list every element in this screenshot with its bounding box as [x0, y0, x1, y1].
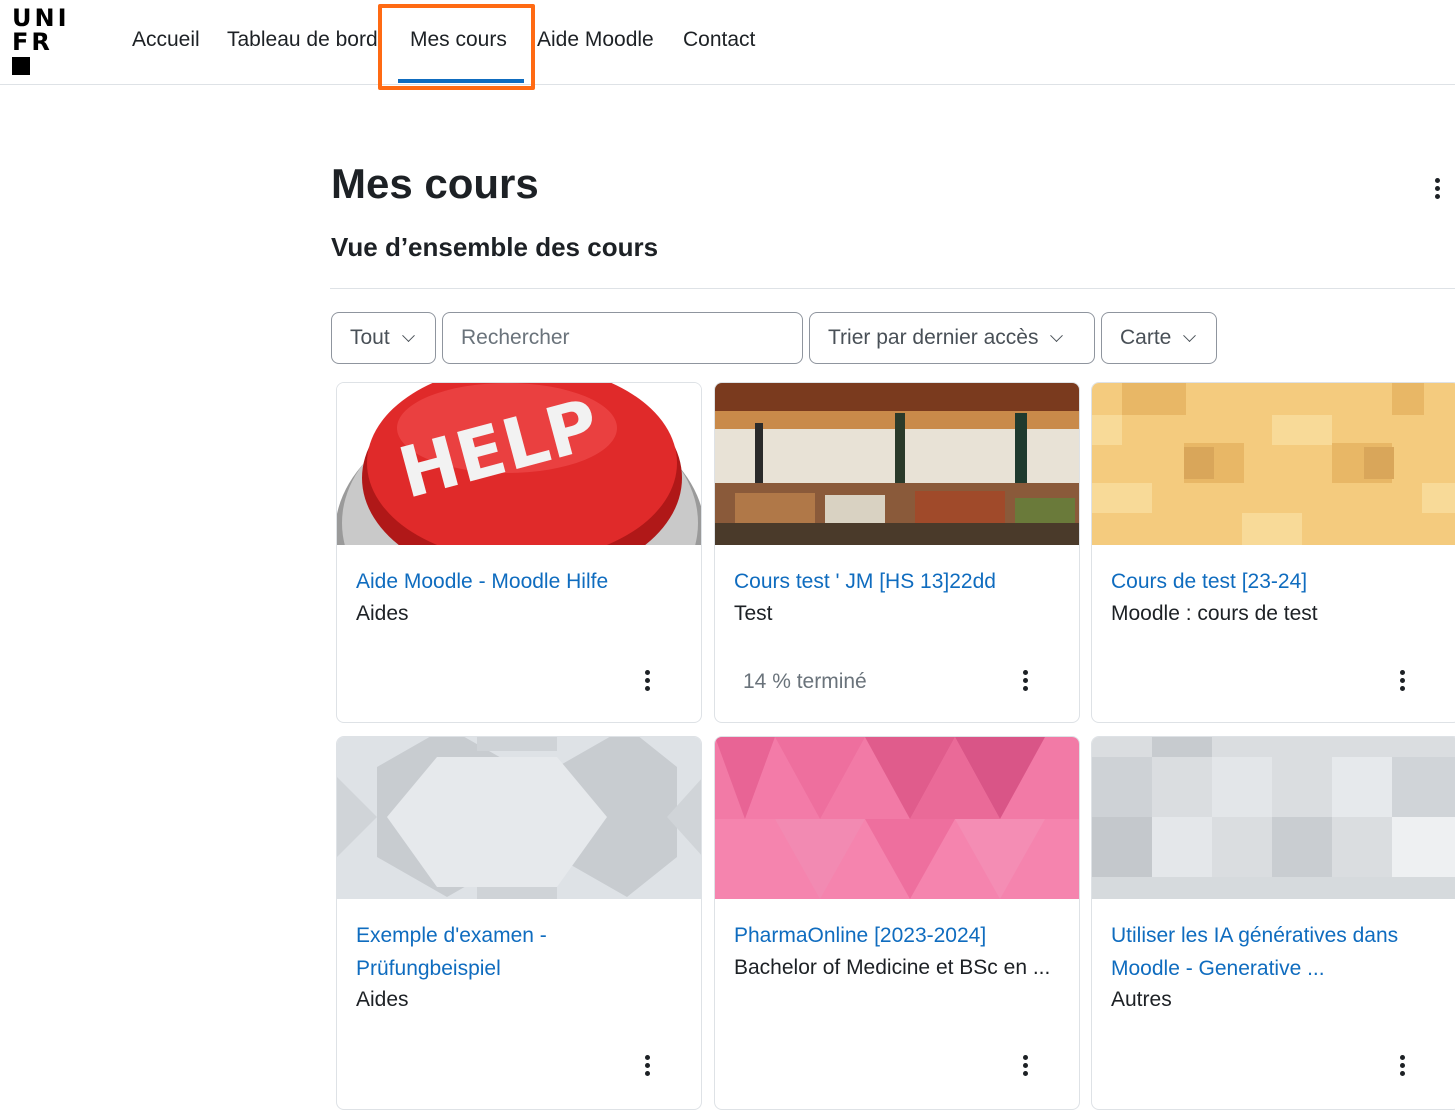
sort-dropdown-label: Trier par dernier accès: [828, 326, 1039, 349]
nav-accueil[interactable]: Accueil: [132, 28, 200, 52]
course-actions-kebab-icon[interactable]: [1018, 1055, 1032, 1079]
logo-line-1: UNI: [12, 4, 70, 32]
course-image-yellow-pattern[interactable]: [1092, 383, 1455, 545]
course-title-line-1: Exemple d'examen -: [356, 924, 547, 947]
grouping-dropdown-label: Tout: [350, 326, 390, 349]
chevron-down-icon: [401, 328, 415, 342]
course-card[interactable]: PharmaOnline [2023-2024] Bachelor of Med…: [714, 736, 1080, 1110]
course-title-line-2: Moodle - Generative ...: [1111, 957, 1325, 980]
course-actions-kebab-icon[interactable]: [1395, 670, 1409, 694]
nav-tableau-de-bord[interactable]: Tableau de bord: [227, 20, 379, 64]
course-actions-kebab-icon[interactable]: [1018, 670, 1032, 694]
logo-line-2: FR: [12, 28, 53, 56]
logo-square: [12, 57, 30, 75]
course-card[interactable]: Cours de test [23-24] Moodle : cours de …: [1091, 382, 1455, 723]
course-category: Bachelor of Medicine et BSc en ...: [734, 956, 1051, 979]
course-category: Moodle : cours de test: [1111, 602, 1318, 625]
page-actions-kebab-icon[interactable]: [1430, 178, 1444, 202]
course-title-line-1: Utiliser les IA génératives dans: [1111, 924, 1399, 947]
view-dropdown[interactable]: Carte: [1101, 312, 1217, 364]
course-card[interactable]: Cours test ' JM [HS 13]22dd Test 14 % te…: [714, 382, 1080, 723]
course-card[interactable]: Exemple d'examen - Prüfungbeispiel Aides: [336, 736, 702, 1110]
course-image-market[interactable]: [715, 383, 1079, 545]
divider: [330, 288, 1455, 289]
course-image-help[interactable]: HELP: [337, 383, 701, 545]
course-category: Autres: [1111, 988, 1172, 1011]
course-actions-kebab-icon[interactable]: [640, 1055, 654, 1079]
course-actions-kebab-icon[interactable]: [1395, 1055, 1409, 1079]
course-title-link[interactable]: PharmaOnline [2023-2024]: [734, 919, 986, 952]
grouping-dropdown[interactable]: Tout: [331, 312, 436, 364]
nav-contact[interactable]: Contact: [683, 28, 755, 52]
page-title: Mes cours: [331, 160, 539, 207]
course-card[interactable]: HELP Aide Moodle - Moodle Hilfe Aides: [336, 382, 702, 723]
course-actions-kebab-icon[interactable]: [640, 670, 654, 694]
highlight-annotation-box: [378, 4, 535, 90]
course-title-link[interactable]: Cours test ' JM [HS 13]22dd: [734, 565, 996, 598]
sort-dropdown[interactable]: Trier par dernier accès: [809, 312, 1095, 364]
chevron-down-icon: [1183, 328, 1197, 342]
view-dropdown-label: Carte: [1120, 326, 1172, 349]
course-card[interactable]: Utiliser les IA génératives dans Moodle …: [1091, 736, 1455, 1110]
nav-aide-moodle[interactable]: Aide Moodle: [537, 28, 654, 52]
section-title: Vue d’ensemble des cours: [331, 232, 659, 262]
course-title-line-2: Prüfungbeispiel: [356, 957, 501, 980]
course-title-link[interactable]: Exemple d'examen - Prüfungbeispiel: [356, 919, 547, 985]
course-category: Aides: [356, 602, 409, 625]
course-category: Test: [734, 602, 773, 625]
course-progress: 14 % terminé: [743, 670, 867, 693]
unifr-logo[interactable]: UNI FR: [12, 6, 72, 76]
course-image-pink-triangle-pattern[interactable]: [715, 737, 1079, 899]
search-input[interactable]: [442, 312, 803, 364]
top-navbar: UNI FR Accueil Tableau de bord Mes cours…: [0, 0, 1455, 85]
nav-tableau-de-bord-label: Tableau de bord: [227, 28, 378, 51]
course-title-link[interactable]: Aide Moodle - Moodle Hilfe: [356, 565, 608, 598]
course-image-grey-octagon-pattern[interactable]: [337, 737, 701, 899]
course-image-grey-square-pattern[interactable]: [1092, 737, 1455, 899]
course-category: Aides: [356, 988, 409, 1011]
course-title-link[interactable]: Utiliser les IA génératives dans Moodle …: [1111, 919, 1398, 985]
course-title-link[interactable]: Cours de test [23-24]: [1111, 565, 1307, 598]
chevron-down-icon: [1050, 328, 1064, 342]
